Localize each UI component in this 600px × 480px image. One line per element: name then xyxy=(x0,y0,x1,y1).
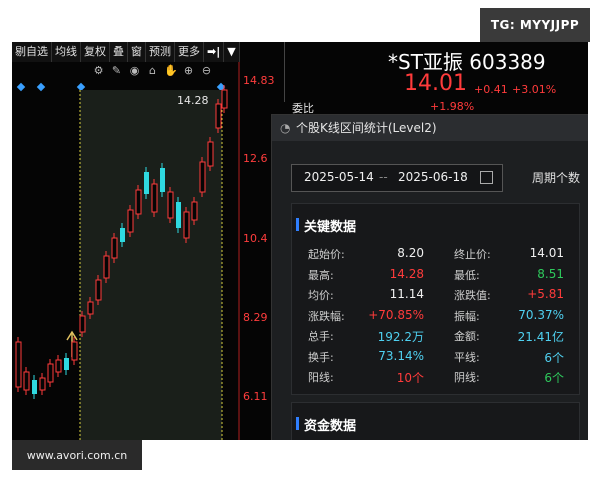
selected-range-highlight xyxy=(80,90,222,440)
stat-label: 阴线: xyxy=(454,371,480,384)
stock-price: 14.01 xyxy=(404,71,467,96)
stat-label: 涨跌幅: xyxy=(308,309,345,323)
header-divider xyxy=(284,42,285,102)
candle-body xyxy=(71,341,78,361)
stat-value: 10个 xyxy=(396,371,424,385)
candle-body xyxy=(135,189,142,215)
stat-value: 14.28 xyxy=(389,266,424,281)
stat-label: 平线: xyxy=(454,350,480,364)
stat-label: 阳线: xyxy=(308,371,334,384)
candle-body xyxy=(79,315,86,333)
price-axis-label: 12.6 xyxy=(243,152,268,165)
fund-data-title: 资金数据 xyxy=(304,419,357,434)
price-change-abs: +0.41 xyxy=(474,83,508,96)
candle-body xyxy=(160,168,165,192)
section-accent-bar xyxy=(296,417,299,430)
candle-body xyxy=(144,172,149,194)
calendar-icon[interactable] xyxy=(480,171,493,184)
stat-label: 金额: xyxy=(454,330,480,343)
candle-body xyxy=(183,211,190,239)
price-axis-label: 10.4 xyxy=(243,232,268,245)
key-data-title: 关键数据 xyxy=(304,220,357,235)
candle-body xyxy=(176,202,181,228)
price-axis-label: 8.29 xyxy=(243,311,268,324)
candle-body xyxy=(39,377,46,391)
candle-body xyxy=(23,371,30,391)
stat-value: 11.14 xyxy=(389,287,424,301)
candle-body xyxy=(111,237,118,259)
price-axis-label: 14.83 xyxy=(243,74,275,87)
price-change-pct: +3.01% xyxy=(512,83,557,96)
candle-body xyxy=(151,183,158,213)
candle-body xyxy=(55,359,62,373)
stat-value: 14.01 xyxy=(529,246,564,260)
stat-value: 70.37% xyxy=(518,307,564,322)
section-accent-bar xyxy=(296,218,299,231)
candle-body xyxy=(95,279,102,301)
candle-body xyxy=(167,191,174,219)
stat-label: 均价: xyxy=(308,289,334,302)
trading-window: 剔自选 均线 复权 叠 窗 预测 更多 ➡| ▼ ⚙ ✎ ◉ ⌂ ✋ ⊕ ⊖ 1… xyxy=(12,42,588,440)
stats-icon: ◔ xyxy=(280,121,291,135)
candle-body xyxy=(221,89,228,109)
site-watermark: www.avori.com.cn xyxy=(12,440,142,470)
date-separator: -- xyxy=(379,170,388,184)
stat-label: 换手: xyxy=(308,350,334,364)
stat-label: 最低: xyxy=(454,268,480,282)
order-ratio-value: +1.98% xyxy=(430,100,475,113)
tg-watermark: TG: MYYJJPP xyxy=(480,8,590,42)
stat-value: +70.85% xyxy=(368,307,424,322)
key-data-panel: 关键数据 起始价: 8.20 终止价: 14.01 最高: 14.28 最低: 8.51 均价:… xyxy=(291,203,580,395)
fund-data-panel: 资金数据 xyxy=(291,402,580,440)
candle-body xyxy=(32,380,37,394)
date-start[interactable]: 2025-05-14 xyxy=(304,170,374,184)
stat-label: 起始价: xyxy=(308,248,345,261)
candle-body xyxy=(15,341,22,388)
stat-value: +5.81 xyxy=(527,287,564,301)
candle-body xyxy=(47,363,54,383)
candle-body xyxy=(103,255,110,279)
candle-body xyxy=(199,161,206,193)
date-end[interactable]: 2025-06-18 xyxy=(398,170,468,184)
candle-body xyxy=(64,358,69,370)
stat-value: 6个 xyxy=(544,350,564,365)
candle-body xyxy=(207,141,214,167)
range-stats-dialog: ◔ 个股K线区间统计(Level2) 2025-05-14 -- 2025-06… xyxy=(271,114,588,440)
candle-body xyxy=(215,103,222,129)
stat-value: 8.20 xyxy=(397,246,424,260)
stat-label: 最高: xyxy=(308,268,334,282)
dialog-title: 个股K线区间统计(Level2) xyxy=(296,121,437,135)
peak-price-label: 14.28 xyxy=(177,94,209,107)
date-range-picker[interactable]: 2025-05-14 -- 2025-06-18 xyxy=(291,164,503,192)
stat-label: 总手: xyxy=(308,330,334,343)
period-count-label: 周期个数 xyxy=(532,171,581,185)
stat-value: 6个 xyxy=(544,371,564,385)
candle-body xyxy=(87,301,94,315)
candle-body xyxy=(127,209,134,233)
candle-body xyxy=(191,201,198,221)
stat-value: 8.51 xyxy=(537,266,564,281)
stat-value: 192.2万 xyxy=(377,330,424,344)
stat-value: 21.41亿 xyxy=(517,330,564,344)
stat-value: 73.14% xyxy=(378,348,424,363)
dialog-titlebar[interactable]: ◔ 个股K线区间统计(Level2) xyxy=(272,115,588,141)
candle-body xyxy=(120,228,125,242)
stat-label: 振幅: xyxy=(454,309,480,323)
price-axis-label: 6.11 xyxy=(243,390,268,403)
